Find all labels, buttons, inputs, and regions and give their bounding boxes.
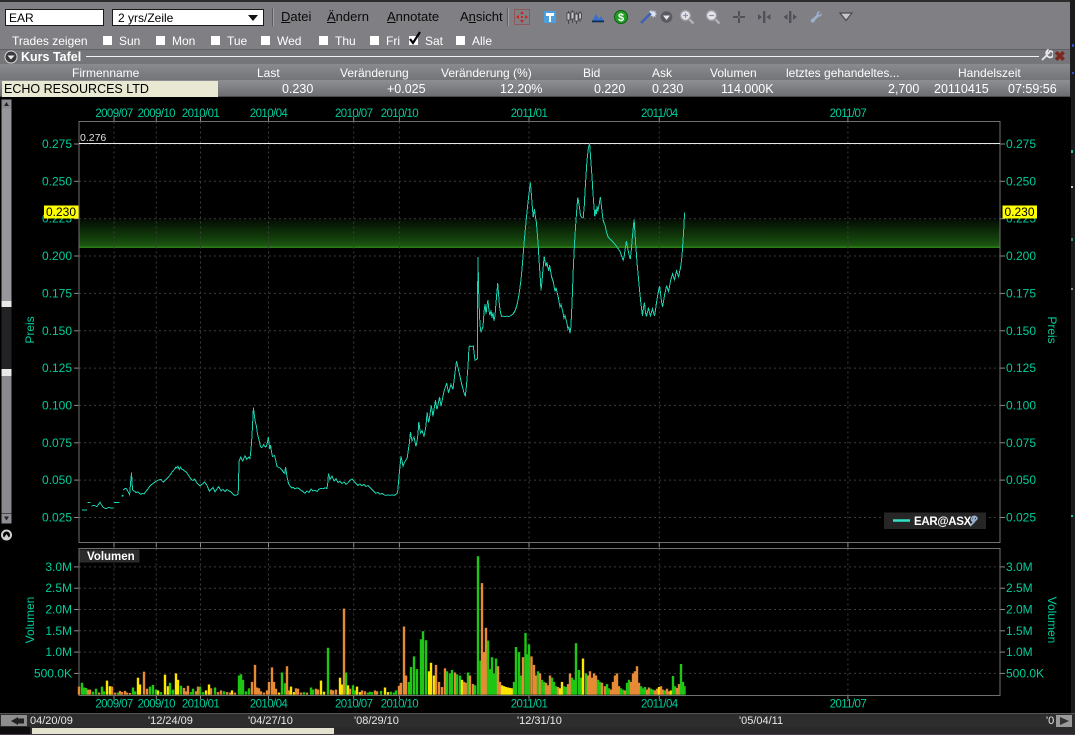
svg-text:0.100: 0.100 — [42, 398, 72, 412]
svg-text:2010/07: 2010/07 — [335, 699, 373, 711]
svg-text:0.175: 0.175 — [42, 286, 72, 300]
svg-text:2.0M: 2.0M — [45, 603, 72, 617]
svg-text:EAR@ASX: EAR@ASX — [914, 516, 972, 528]
svg-text:500.0K: 500.0K — [1006, 666, 1044, 680]
svg-text:0.200: 0.200 — [42, 249, 72, 263]
svg-text:0.050: 0.050 — [1006, 473, 1036, 487]
svg-text:0.150: 0.150 — [1006, 324, 1036, 338]
svg-text:0.150: 0.150 — [42, 324, 72, 338]
svg-text:3.0M: 3.0M — [45, 560, 72, 574]
svg-text:Preis: Preis — [1045, 316, 1059, 343]
svg-text:Volumen: Volumen — [1045, 597, 1059, 644]
svg-text:2010/01: 2010/01 — [182, 699, 220, 711]
svg-text:0.100: 0.100 — [1006, 398, 1036, 412]
svg-text:0.025: 0.025 — [42, 511, 72, 525]
svg-text:Preis: Preis — [23, 316, 37, 343]
svg-text:0.250: 0.250 — [42, 174, 72, 188]
svg-text:0.230: 0.230 — [1005, 205, 1035, 219]
svg-text:Volumen: Volumen — [23, 597, 37, 644]
svg-text:2010/10: 2010/10 — [381, 699, 419, 711]
svg-text:2010/10: 2010/10 — [381, 108, 419, 120]
svg-text:1.5M: 1.5M — [1006, 624, 1033, 638]
svg-text:2.5M: 2.5M — [45, 581, 72, 595]
svg-text:2009/07: 2009/07 — [95, 108, 133, 120]
svg-text:3.0M: 3.0M — [1006, 560, 1033, 574]
svg-text:2010/04: 2010/04 — [250, 108, 289, 120]
svg-text:2011/04: 2011/04 — [641, 699, 679, 711]
svg-text:2.5M: 2.5M — [1006, 581, 1033, 595]
svg-text:0.025: 0.025 — [1006, 511, 1036, 525]
svg-text:2009/10: 2009/10 — [138, 699, 176, 711]
svg-text:0.125: 0.125 — [42, 361, 72, 375]
svg-text:2010/04: 2010/04 — [250, 699, 289, 711]
svg-text:2011/01: 2011/01 — [511, 699, 548, 711]
svg-text:2009/10: 2009/10 — [138, 108, 176, 120]
svg-text:Volumen: Volumen — [87, 551, 135, 563]
svg-text:0.276: 0.276 — [80, 132, 106, 144]
svg-text:0.200: 0.200 — [1006, 249, 1036, 263]
svg-text:2011/07: 2011/07 — [830, 699, 867, 711]
svg-text:1.5M: 1.5M — [45, 624, 72, 638]
svg-text:0.125: 0.125 — [1006, 361, 1036, 375]
svg-text:0.275: 0.275 — [1006, 137, 1036, 151]
svg-text:2010/01: 2010/01 — [182, 108, 220, 120]
svg-text:0.275: 0.275 — [42, 137, 72, 151]
svg-text:2011/07: 2011/07 — [830, 108, 867, 120]
svg-text:2.0M: 2.0M — [1006, 603, 1033, 617]
svg-text:2010/07: 2010/07 — [335, 108, 373, 120]
svg-text:0.050: 0.050 — [42, 473, 72, 487]
svg-text:0.075: 0.075 — [42, 436, 72, 450]
svg-text:0.250: 0.250 — [1006, 174, 1036, 188]
svg-text:0.175: 0.175 — [1006, 286, 1036, 300]
svg-text:0.230: 0.230 — [46, 205, 76, 219]
svg-text:500.0K: 500.0K — [34, 666, 72, 680]
svg-text:2011/01: 2011/01 — [511, 108, 548, 120]
svg-text:2009/07: 2009/07 — [95, 699, 133, 711]
svg-text:1.0M: 1.0M — [1006, 645, 1033, 659]
svg-text:0.075: 0.075 — [1006, 436, 1036, 450]
svg-text:1.0M: 1.0M — [45, 645, 72, 659]
svg-text:2011/04: 2011/04 — [641, 108, 679, 120]
